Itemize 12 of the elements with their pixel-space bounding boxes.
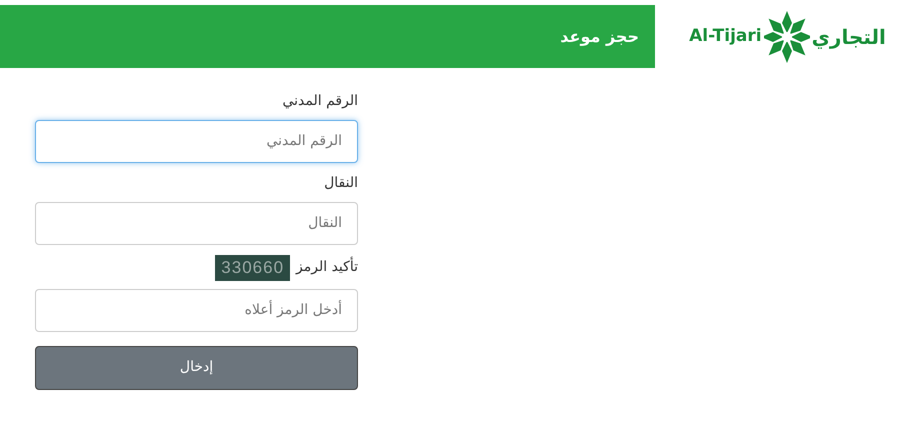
input-field[interactable]: الرقم المدني — [35, 120, 358, 163]
field-label: الرقم المدني — [282, 92, 358, 111]
field-label: النقال — [324, 174, 358, 193]
star-logo-icon — [764, 8, 810, 64]
input-field[interactable]: النقال — [35, 202, 358, 245]
input-field[interactable]: أدخل الرمز أعلاه — [35, 288, 358, 332]
submit-button[interactable]: إدخال — [35, 346, 358, 390]
page-title: حجز موعد — [560, 26, 639, 48]
logo-text: التجاري — [812, 24, 886, 51]
captcha-code: 330660 — [215, 255, 290, 280]
field-label: تأكيد الرمز — [296, 257, 358, 278]
logo-text: Al-Tijari — [689, 24, 762, 48]
